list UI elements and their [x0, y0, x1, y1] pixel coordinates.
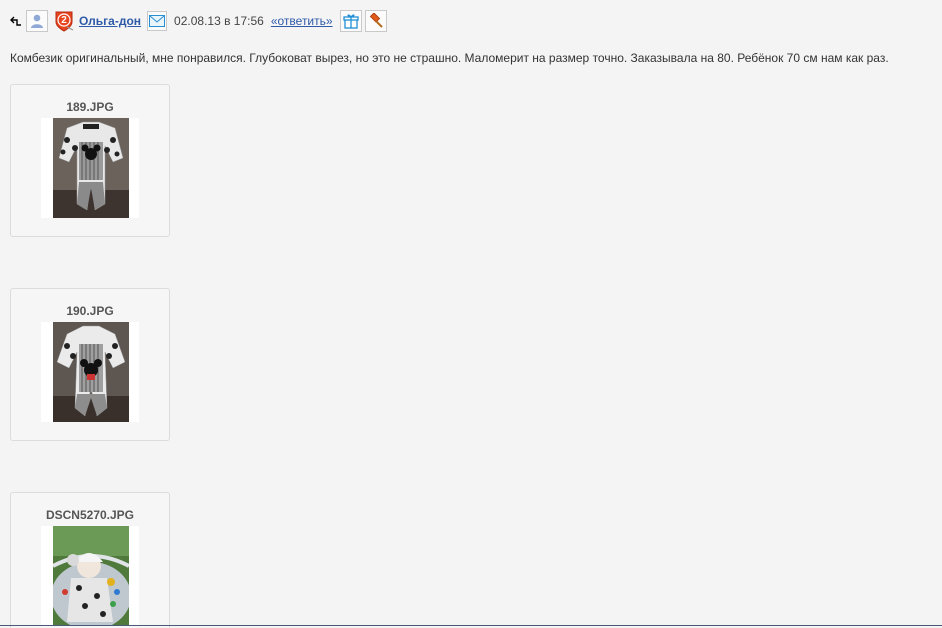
attachment-thumbnail[interactable]: [41, 526, 139, 626]
attachment-filename[interactable]: DSCN5270.JPG: [11, 508, 169, 522]
attachment-thumbnail[interactable]: [41, 322, 139, 422]
rank-number: 2: [61, 14, 67, 26]
back-arrow-icon[interactable]: [10, 15, 22, 27]
attachment-card[interactable]: DSCN5270.JPG: [10, 492, 170, 628]
hammer-icon[interactable]: [364, 10, 387, 32]
attachment-filename[interactable]: 189.JPG: [11, 100, 169, 114]
reply-link[interactable]: «ответить»: [271, 14, 333, 28]
bottom-divider: [0, 625, 942, 626]
gift-icon[interactable]: [339, 10, 362, 32]
attachment-card[interactable]: 189.JPG: [10, 84, 170, 237]
comment-header: 2 Ольга-дон 02.08.13 в 17:56 «ответить»: [10, 9, 387, 33]
attachment-thumbnail[interactable]: [41, 118, 139, 218]
username-link[interactable]: Ольга-дон: [79, 14, 141, 28]
romper-photo: [53, 118, 129, 218]
romper-photo: [53, 322, 129, 422]
baby-photo: [53, 526, 129, 626]
attachment-card[interactable]: 190.JPG: [10, 288, 170, 441]
comment-text: Комбезик оригинальный, мне понравился. Г…: [10, 51, 889, 65]
envelope-icon[interactable]: [147, 11, 168, 31]
attachment-filename[interactable]: 190.JPG: [11, 304, 169, 318]
comment-date: 02.08.13 в 17:56: [174, 14, 264, 28]
comment-page: 2 Ольга-дон 02.08.13 в 17:56 «ответить»: [0, 0, 942, 628]
rank-badge-icon: 2: [54, 10, 74, 32]
user-avatar-icon[interactable]: [26, 10, 48, 32]
